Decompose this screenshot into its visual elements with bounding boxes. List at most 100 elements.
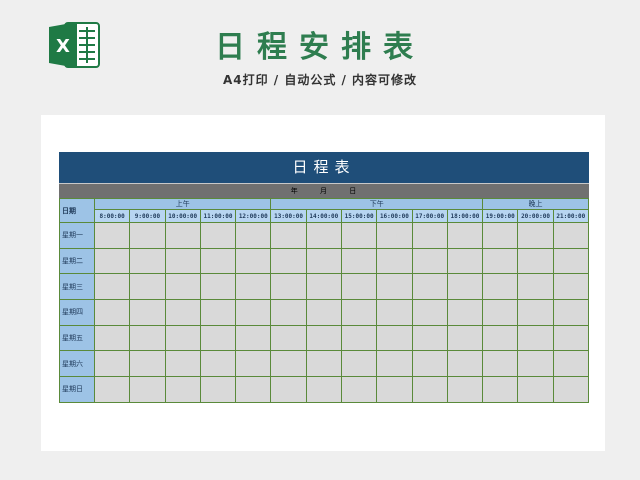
schedule-cell[interactable] [552, 376, 590, 403]
schedule-cell[interactable] [446, 324, 484, 352]
schedule-cell[interactable] [376, 324, 413, 352]
schedule-cell[interactable] [446, 376, 484, 403]
schedule-cell[interactable] [199, 247, 237, 275]
schedule-cell[interactable] [340, 222, 378, 249]
schedule-cell[interactable] [517, 273, 554, 301]
schedule-cell[interactable] [517, 222, 554, 249]
schedule-cell[interactable] [129, 350, 166, 378]
schedule-cell[interactable] [305, 273, 342, 301]
schedule-cell[interactable] [93, 222, 131, 249]
schedule-cell[interactable] [235, 222, 272, 249]
schedule-cell[interactable] [93, 273, 131, 301]
schedule-cell[interactable] [552, 247, 590, 275]
schedule-cell[interactable] [199, 273, 237, 301]
schedule-cell[interactable] [129, 324, 166, 352]
schedule-cell[interactable] [164, 324, 201, 352]
schedule-cell[interactable] [446, 273, 484, 301]
schedule-cell[interactable] [93, 376, 131, 403]
schedule-cell[interactable] [305, 247, 342, 275]
schedule-cell[interactable] [411, 222, 448, 249]
schedule-cell[interactable] [517, 247, 554, 275]
schedule-cell[interactable] [199, 324, 237, 352]
schedule-cell[interactable] [552, 273, 590, 301]
schedule-cell[interactable] [552, 222, 590, 249]
schedule-cell[interactable] [305, 324, 342, 352]
schedule-cell[interactable] [235, 247, 272, 275]
schedule-cell[interactable] [340, 350, 378, 378]
schedule-cell[interactable] [199, 299, 237, 326]
schedule-cell[interactable] [305, 222, 342, 249]
schedule-cell[interactable] [305, 299, 342, 326]
schedule-cell[interactable] [93, 299, 131, 326]
day-row: 星期三 [59, 273, 590, 301]
schedule-cell[interactable] [376, 273, 413, 301]
schedule-cell[interactable] [411, 350, 448, 378]
schedule-cell[interactable] [517, 376, 554, 403]
schedule-cell[interactable] [376, 222, 413, 249]
schedule-cell[interactable] [270, 247, 307, 275]
schedule-cell[interactable] [552, 299, 590, 326]
schedule-cell[interactable] [270, 299, 307, 326]
schedule-cell[interactable] [270, 273, 307, 301]
schedule-cell[interactable] [164, 273, 201, 301]
schedule-cell[interactable] [517, 324, 554, 352]
schedule-cell[interactable] [376, 247, 413, 275]
schedule-cell[interactable] [164, 299, 201, 326]
schedule-cell[interactable] [411, 299, 448, 326]
schedule-cell[interactable] [482, 247, 519, 275]
schedule-cell[interactable] [340, 324, 378, 352]
schedule-cell[interactable] [446, 247, 484, 275]
schedule-cell[interactable] [411, 273, 448, 301]
schedule-cell[interactable] [305, 376, 342, 403]
schedule-cell[interactable] [93, 324, 131, 352]
schedule-cell[interactable] [235, 273, 272, 301]
schedule-cell[interactable] [376, 376, 413, 403]
schedule-cell[interactable] [305, 350, 342, 378]
schedule-cell[interactable] [340, 299, 378, 326]
schedule-cell[interactable] [482, 350, 519, 378]
schedule-cell[interactable] [270, 222, 307, 249]
schedule-cell[interactable] [340, 273, 378, 301]
schedule-cell[interactable] [129, 299, 166, 326]
schedule-cell[interactable] [340, 247, 378, 275]
schedule-cell[interactable] [411, 324, 448, 352]
schedule-cell[interactable] [552, 350, 590, 378]
schedule-cell[interactable] [482, 222, 519, 249]
schedule-cell[interactable] [199, 222, 237, 249]
schedule-cell[interactable] [411, 376, 448, 403]
schedule-cell[interactable] [446, 222, 484, 249]
schedule-cell[interactable] [129, 222, 166, 249]
schedule-cell[interactable] [164, 222, 201, 249]
schedule-cell[interactable] [270, 376, 307, 403]
schedule-cell[interactable] [199, 350, 237, 378]
schedule-cell[interactable] [164, 247, 201, 275]
schedule-cell[interactable] [270, 324, 307, 352]
schedule-cell[interactable] [482, 324, 519, 352]
schedule-cell[interactable] [376, 299, 413, 326]
schedule-cell[interactable] [235, 350, 272, 378]
schedule-cell[interactable] [129, 247, 166, 275]
schedule-cell[interactable] [199, 376, 237, 403]
date-line[interactable]: 年 月 日 [59, 183, 589, 198]
schedule-cell[interactable] [129, 376, 166, 403]
schedule-cell[interactable] [164, 350, 201, 378]
schedule-cell[interactable] [376, 350, 413, 378]
schedule-cell[interactable] [235, 299, 272, 326]
schedule-cell[interactable] [411, 247, 448, 275]
schedule-cell[interactable] [235, 376, 272, 403]
schedule-cell[interactable] [129, 273, 166, 301]
schedule-cell[interactable] [482, 299, 519, 326]
schedule-cell[interactable] [270, 350, 307, 378]
schedule-cell[interactable] [93, 350, 131, 378]
schedule-cell[interactable] [235, 324, 272, 352]
schedule-cell[interactable] [446, 299, 484, 326]
schedule-cell[interactable] [446, 350, 484, 378]
schedule-cell[interactable] [517, 350, 554, 378]
schedule-cell[interactable] [93, 247, 131, 275]
schedule-cell[interactable] [482, 273, 519, 301]
schedule-cell[interactable] [164, 376, 201, 403]
schedule-cell[interactable] [340, 376, 378, 403]
schedule-cell[interactable] [552, 324, 590, 352]
schedule-cell[interactable] [517, 299, 554, 326]
schedule-cell[interactable] [482, 376, 519, 403]
